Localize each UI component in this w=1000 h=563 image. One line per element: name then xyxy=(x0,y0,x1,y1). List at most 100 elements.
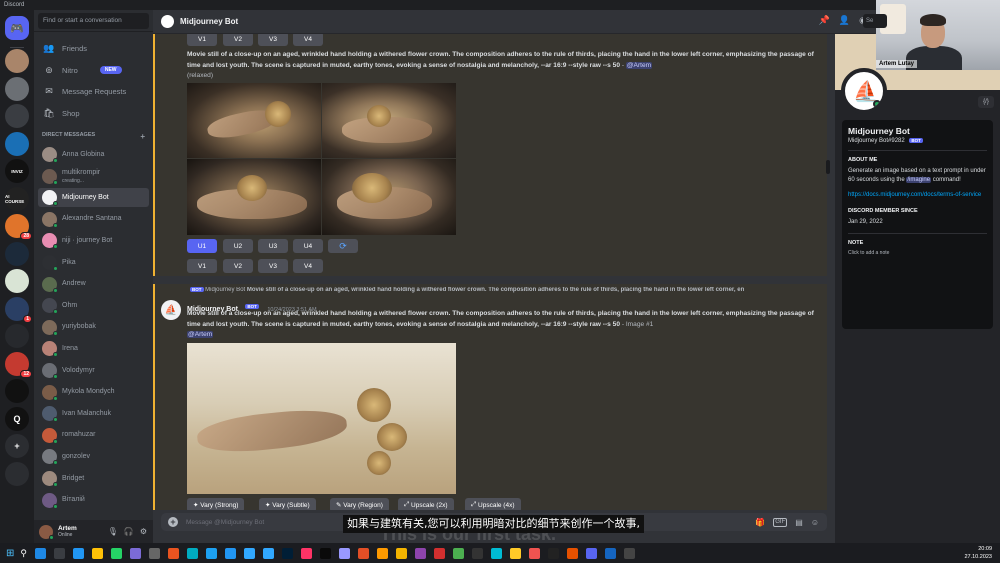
settings-gear-icon[interactable]: ⚙ xyxy=(140,527,147,536)
taskbar-app-icon[interactable] xyxy=(376,547,388,559)
nav-friends[interactable]: 👥 Friends xyxy=(38,39,149,57)
microphone-icon[interactable]: 🎙 xyxy=(108,527,118,536)
variation-button-v3-top[interactable]: V3 xyxy=(258,34,288,46)
dm-item[interactable]: gonzolev xyxy=(38,447,149,466)
nav-nitro[interactable]: ⊚ Nitro NEW xyxy=(38,61,149,79)
taskbar-app-icon[interactable] xyxy=(72,547,84,559)
taskbar-app-icon[interactable] xyxy=(205,547,217,559)
taskbar-clock[interactable]: 20:09 27.10.2023 xyxy=(964,545,992,561)
taskbar-app-icon[interactable] xyxy=(585,547,597,559)
variation-button-v2-top[interactable]: V2 xyxy=(223,34,253,46)
note-input[interactable]: Click to add a note xyxy=(848,250,987,256)
image-grid[interactable] xyxy=(187,83,456,235)
taskbar-app-icon[interactable] xyxy=(34,547,46,559)
dm-item[interactable]: Bridget xyxy=(38,469,149,488)
header-search-input[interactable]: Se xyxy=(863,14,887,28)
taskbar-app-icon[interactable] xyxy=(452,547,464,559)
imagine-command[interactable]: /imagine xyxy=(906,177,932,184)
variation-button-v4-top[interactable]: V4 xyxy=(293,34,323,46)
server-dark[interactable] xyxy=(5,324,29,348)
profile-avatar[interactable]: ⛵ xyxy=(841,68,887,114)
taskbar-app-icon[interactable] xyxy=(281,547,293,559)
variation-button-v1[interactable]: V1 xyxy=(187,259,217,273)
dm-item[interactable]: Anna Globina xyxy=(38,145,149,164)
create-dm-button[interactable]: + xyxy=(140,132,145,141)
dm-item[interactable]: Pika xyxy=(38,253,149,272)
taskbar-app-icon[interactable] xyxy=(357,547,369,559)
taskbar-app-icon[interactable] xyxy=(319,547,331,559)
server-inviz[interactable]: INVIZ xyxy=(5,159,29,183)
dm-item[interactable]: Alexandre Santana xyxy=(38,210,149,229)
upscale-button-u1[interactable]: U1 xyxy=(187,239,217,253)
message1-mention[interactable]: @Artem xyxy=(625,61,653,69)
message2-bot-avatar[interactable]: ⛵ xyxy=(161,300,181,320)
windows-start-icon[interactable]: ⊞ xyxy=(6,548,14,559)
taskbar-app-icon[interactable] xyxy=(53,547,65,559)
server-greens[interactable] xyxy=(5,269,29,293)
dm-item[interactable]: romahuzar xyxy=(38,426,149,445)
dm-item[interactable]: Volodymyr xyxy=(38,361,149,380)
taskbar-app-icon[interactable] xyxy=(300,547,312,559)
server-avatar-1[interactable] xyxy=(5,49,29,73)
pin-icon[interactable]: 📌 xyxy=(819,15,830,26)
dm-item[interactable]: Ohm xyxy=(38,296,149,315)
variation-button-v1-top[interactable]: V1 xyxy=(187,34,217,46)
reply-preview[interactable]: BOT Midjourney Bot Movie still of a clos… xyxy=(187,287,807,293)
dm-item[interactable]: niji · journey Bot xyxy=(38,231,149,250)
taskbar-app-icon[interactable] xyxy=(490,547,502,559)
taskbar-app-icon[interactable] xyxy=(186,547,198,559)
server-q[interactable]: Q xyxy=(5,406,29,431)
emoji-icon[interactable]: ☺ xyxy=(811,518,819,527)
search-icon[interactable]: ⚲ xyxy=(20,548,27,559)
add-server[interactable]: + xyxy=(5,434,29,458)
taskbar-app-icon[interactable] xyxy=(224,547,236,559)
server-ai-course[interactable]: AI COURSE xyxy=(5,186,29,211)
vary-strong-button[interactable]: ✦ Vary (Strong) xyxy=(187,498,245,510)
server-avatar-3[interactable] xyxy=(5,104,29,128)
dm-item[interactable]: Midjourney Bot xyxy=(38,188,149,208)
upscale-2x-button[interactable]: ⤢ Upscale (2x) xyxy=(398,498,454,510)
dm-item[interactable]: yuriybobak xyxy=(38,318,149,337)
vary-subtle-button[interactable]: ✦ Vary (Subtle) xyxy=(259,498,316,510)
headphones-icon[interactable]: 🎧 xyxy=(124,527,134,536)
nav-shop[interactable]: 🛍 Shop xyxy=(38,104,149,122)
upscale-4x-button[interactable]: ⤢ Upscale (4x) xyxy=(465,498,521,510)
message2-mention[interactable]: @Artem xyxy=(187,331,214,338)
taskbar-app-icon[interactable] xyxy=(566,547,578,559)
upscale-button-u2[interactable]: U2 xyxy=(223,239,253,253)
upscale-button-u3[interactable]: U3 xyxy=(258,239,288,253)
taskbar-app-icon[interactable] xyxy=(471,547,483,559)
taskbar-app-icon[interactable] xyxy=(509,547,521,559)
variation-button-v4[interactable]: V4 xyxy=(293,259,323,273)
taskbar-app-icon[interactable] xyxy=(110,547,122,559)
gif-icon[interactable]: GIF xyxy=(773,517,788,527)
server-fox[interactable]: 28 xyxy=(5,214,32,240)
taskbar-app-icon[interactable] xyxy=(167,547,179,559)
taskbar-app-icon[interactable] xyxy=(129,547,141,559)
explore-servers[interactable] xyxy=(5,461,29,486)
taskbar-app-icon[interactable] xyxy=(243,547,255,559)
vary-region-button[interactable]: ✎ Vary (Region) xyxy=(330,498,389,510)
add-friend-icon[interactable]: 👤 xyxy=(839,15,850,26)
taskbar-app-icon[interactable] xyxy=(91,547,103,559)
dm-item[interactable]: Irena xyxy=(38,339,149,358)
server-square[interactable] xyxy=(5,379,29,403)
user-avatar[interactable] xyxy=(39,524,54,540)
reroll-button[interactable]: ⟳ xyxy=(328,239,358,253)
taskbar-app-icon[interactable] xyxy=(414,547,426,559)
dm-item[interactable]: Mykola Mondych xyxy=(38,383,149,402)
terms-link[interactable]: https://docs.midjourney.com/docs/terms-o… xyxy=(848,191,987,200)
dm-search-input[interactable]: Find or start a conversation xyxy=(38,13,149,29)
sticker-icon[interactable]: ▤ xyxy=(795,518,803,527)
taskbar-app-icon[interactable] xyxy=(338,547,350,559)
taskbar-app-icon[interactable] xyxy=(604,547,616,559)
server-plane[interactable] xyxy=(5,241,29,266)
variation-button-v2[interactable]: V2 xyxy=(223,259,253,273)
taskbar-app-icon[interactable] xyxy=(262,547,274,559)
nav-message-requests[interactable]: ✉ Message Requests xyxy=(38,82,149,100)
attach-plus-icon[interactable]: + xyxy=(168,517,178,527)
server-avatar-2[interactable] xyxy=(5,76,29,101)
taskbar-app-icon[interactable] xyxy=(148,547,160,559)
variation-button-v3[interactable]: V3 xyxy=(258,259,288,273)
dm-item[interactable]: Віталій xyxy=(38,491,149,510)
